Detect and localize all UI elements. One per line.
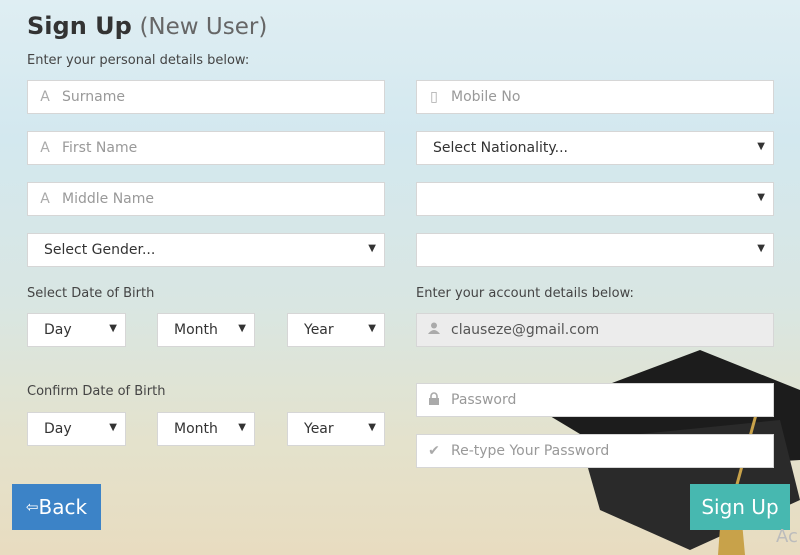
sign-up-button[interactable]: Sign Up (690, 484, 790, 530)
dropdown-arrow-icon: ▼ (368, 243, 376, 254)
watermark-text: Ac (776, 526, 798, 547)
personal-details-label: Enter your personal details below: (27, 53, 250, 68)
surname-field[interactable]: A Surname (27, 80, 385, 114)
sign-up-label: Sign Up (701, 495, 779, 519)
first-name-field[interactable]: A First Name (27, 131, 385, 165)
confirm-dob-label: Confirm Date of Birth (27, 384, 166, 399)
confirm-month-value: Month (174, 421, 218, 437)
dob-month-value: Month (174, 322, 218, 338)
dob-day-value: Day (44, 322, 72, 338)
phone-icon: ▯ (430, 89, 438, 105)
middle-name-field[interactable]: A Middle Name (27, 182, 385, 216)
retype-password-field[interactable]: ✔ Re-type Your Password (416, 434, 774, 468)
text-icon: A (40, 140, 50, 156)
middle-name-placeholder: Middle Name (62, 191, 154, 207)
gender-select[interactable]: Select Gender... ▼ (27, 233, 385, 267)
lock-icon (417, 391, 451, 409)
dropdown-arrow-icon: ▼ (238, 422, 246, 433)
gender-value: Select Gender... (44, 242, 156, 258)
confirm-year-value: Year (304, 421, 334, 437)
first-name-placeholder: First Name (62, 140, 138, 156)
state-select[interactable]: ▼ (416, 182, 774, 216)
password-placeholder: Password (451, 392, 517, 408)
mobile-placeholder: Mobile No (451, 89, 521, 105)
title-main: Sign Up (27, 12, 132, 40)
dob-month-select[interactable]: Month ▼ (157, 313, 255, 347)
dropdown-arrow-icon: ▼ (757, 243, 765, 254)
dob-year-value: Year (304, 322, 334, 338)
text-icon: A (40, 191, 50, 207)
confirm-day-select[interactable]: Day ▼ (27, 412, 126, 446)
lga-select[interactable]: ▼ (416, 233, 774, 267)
back-label: Back (38, 495, 88, 519)
password-field[interactable]: Password (416, 383, 774, 417)
account-details-label: Enter your account details below: (416, 286, 634, 301)
check-icon: ✔ (428, 443, 440, 459)
confirm-year-select[interactable]: Year ▼ (287, 412, 385, 446)
email-value: clauseze@gmail.com (451, 322, 600, 338)
dropdown-arrow-icon: ▼ (109, 422, 117, 433)
dob-day-select[interactable]: Day ▼ (27, 313, 126, 347)
dropdown-arrow-icon: ▼ (368, 422, 376, 433)
user-icon (417, 322, 451, 338)
nationality-select[interactable]: Select Nationality... ▼ (416, 131, 774, 165)
page-title: Sign Up (New User) (27, 12, 267, 40)
nationality-value: Select Nationality... (433, 140, 568, 156)
email-field[interactable]: clauseze@gmail.com (416, 313, 774, 347)
dropdown-arrow-icon: ▼ (368, 323, 376, 334)
dob-label: Select Date of Birth (27, 286, 155, 301)
text-icon: A (40, 89, 50, 105)
dropdown-arrow-icon: ▼ (757, 192, 765, 203)
title-sub: (New User) (139, 14, 268, 40)
back-arrow-icon: ⇦ (25, 498, 39, 516)
dropdown-arrow-icon: ▼ (109, 323, 117, 334)
retype-placeholder: Re-type Your Password (451, 443, 610, 459)
confirm-day-value: Day (44, 421, 72, 437)
back-button[interactable]: ⇦ Back (12, 484, 101, 530)
dropdown-arrow-icon: ▼ (757, 141, 765, 152)
confirm-month-select[interactable]: Month ▼ (157, 412, 255, 446)
dob-year-select[interactable]: Year ▼ (287, 313, 385, 347)
mobile-field[interactable]: ▯ Mobile No (416, 80, 774, 114)
surname-placeholder: Surname (62, 89, 125, 105)
dropdown-arrow-icon: ▼ (238, 323, 246, 334)
